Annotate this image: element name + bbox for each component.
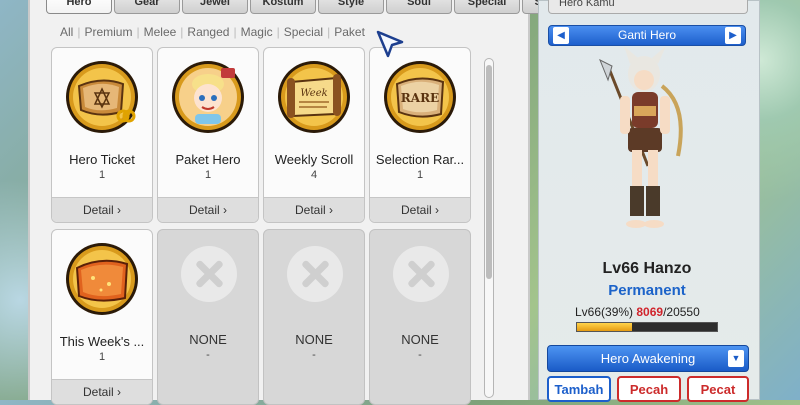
arrow-right-icon[interactable]: ▶ (725, 27, 741, 44)
chevron-right-icon: › (329, 203, 334, 217)
chevron-down-icon: ▼ (728, 350, 744, 367)
scrollbar-thumb[interactable] (486, 65, 492, 279)
tab-hero[interactable]: Hero (46, 0, 112, 14)
item-quantity: 1 (98, 351, 106, 363)
pecah-button[interactable]: Pecah (617, 376, 681, 402)
item-quantity: - (312, 349, 316, 361)
pecat-button[interactable]: Pecat (687, 376, 749, 402)
mouse-cursor-icon (376, 30, 406, 65)
filter-special[interactable]: Special (280, 25, 327, 39)
item-name: Selection Rar... (375, 152, 465, 167)
item-card-paket-hero[interactable]: Paket Hero 1 Detail › (157, 47, 259, 223)
svg-text:Week: Week (300, 88, 327, 99)
empty-slot-x-icon (393, 246, 449, 302)
item-card-selection-rare[interactable]: RARE Selection Rar... 1 Detail › (369, 47, 471, 223)
hero-ticket-scroll-icon (65, 60, 139, 134)
item-quantity: - (418, 349, 422, 361)
hero-panel-title: Hero Kamu (548, 0, 748, 14)
item-card-empty: NONE - (157, 229, 259, 405)
filter-melee[interactable]: Melee (140, 25, 181, 39)
scrollbar[interactable] (484, 58, 494, 398)
chevron-right-icon: › (117, 203, 122, 217)
detail-button[interactable]: Detail › (370, 197, 470, 222)
ganti-hero-label: Ganti Hero (617, 28, 677, 42)
filter-bar: All | Premium | Melee | Ranged | Magic | Spec… (56, 25, 369, 39)
item-card-weekly-scroll[interactable]: Week Weekly Scroll 4 Detail › (263, 47, 365, 223)
exp-readout: Lv66(39%) 8069/20550 (575, 305, 700, 319)
item-quantity: 4 (310, 169, 318, 181)
svg-text:RARE: RARE (401, 91, 439, 105)
item-quantity: 1 (204, 169, 212, 181)
item-name: NONE (295, 332, 333, 347)
hero-awakening-label: Hero Awakening (600, 351, 696, 366)
tab-jewel[interactable]: Jewel (182, 0, 248, 14)
item-name: This Week's ... (59, 334, 145, 349)
item-name: NONE (189, 332, 227, 347)
tab-soul[interactable]: Soul (386, 0, 452, 14)
item-card-hero-ticket[interactable]: Hero Ticket 1 Detail › (51, 47, 153, 223)
detail-button[interactable]: Detail › (264, 197, 364, 222)
filter-all[interactable]: All (56, 25, 77, 39)
detail-button[interactable]: Detail › (52, 197, 152, 222)
item-name: Hero Ticket (69, 152, 135, 167)
hero-name: Lv66 Hanzo (602, 260, 692, 277)
item-name: Paket Hero (175, 152, 241, 167)
tab-kostum[interactable]: Kostum (250, 0, 316, 14)
chevron-right-icon: › (435, 203, 440, 217)
chevron-right-icon: › (223, 203, 228, 217)
empty-slot-x-icon (181, 246, 237, 302)
item-card-empty: NONE - (263, 229, 365, 405)
exp-bar (576, 322, 718, 332)
exp-bar-fill (577, 323, 632, 331)
arrow-left-icon[interactable]: ◀ (553, 27, 569, 44)
item-quantity: 1 (416, 169, 424, 181)
rare-scroll-icon: RARE (383, 60, 457, 134)
filter-ranged[interactable]: Ranged (183, 25, 233, 39)
hero-awakening-button[interactable]: Hero Awakening ▼ (547, 345, 749, 372)
exp-total: /20550 (663, 305, 700, 319)
filter-premium[interactable]: Premium (80, 25, 136, 39)
item-name: Weekly Scroll (274, 152, 354, 167)
weekly-scroll-icon: Week (277, 60, 351, 134)
exp-level-percent: Lv66(39%) (575, 305, 634, 319)
detail-button[interactable]: Detail › (52, 379, 152, 404)
paket-hero-icon (171, 60, 245, 134)
filter-paket[interactable]: Paket (330, 25, 369, 39)
detail-button[interactable]: Detail › (158, 197, 258, 222)
hero-character-portrait (578, 46, 708, 261)
exp-current: 8069 (636, 305, 664, 319)
item-name: NONE (401, 332, 439, 347)
tab-gear[interactable]: Gear (114, 0, 180, 14)
item-quantity: - (206, 349, 210, 361)
ganti-hero-selector[interactable]: ◀ Ganti Hero ▶ (548, 25, 746, 46)
item-card-this-weeks[interactable]: This Week's ... 1 Detail › (51, 229, 153, 405)
filter-magic[interactable]: Magic (237, 25, 277, 39)
tambah-button[interactable]: Tambah (547, 376, 611, 402)
this-week-scroll-icon (65, 242, 139, 316)
hero-status: Permanent (608, 282, 686, 299)
tab-bar: Hero Gear Jewel Kostum Style Soul Specia… (46, 0, 588, 14)
item-quantity: 1 (98, 169, 106, 181)
tab-style[interactable]: Style (318, 0, 384, 14)
empty-slot-x-icon (287, 246, 343, 302)
chevron-right-icon: › (117, 385, 122, 399)
item-card-empty: NONE - (369, 229, 471, 405)
tab-special[interactable]: Special (454, 0, 520, 14)
